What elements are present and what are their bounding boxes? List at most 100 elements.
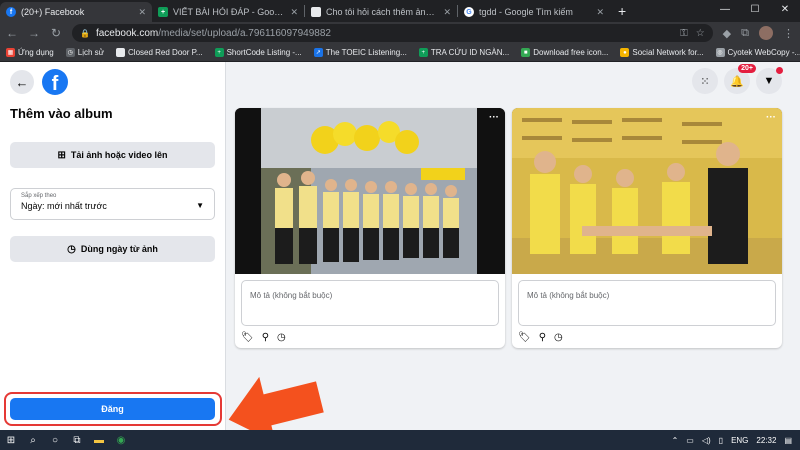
close-icon[interactable]: ✕ [138, 7, 146, 18]
page-icon [116, 48, 126, 57]
tab-title: Cho tôi hỏi cách thêm ảnh vào album [326, 7, 438, 17]
new-tab-button[interactable]: + [618, 3, 626, 19]
bell-icon: 🔔 [730, 75, 744, 88]
account-menu-button[interactable]: ▼ [756, 67, 783, 94]
left-panel: ← f Thêm vào album ⊞ Tải ảnh hoặc video … [0, 62, 226, 430]
bookmark-closed-red-door[interactable]: Closed Red Door P... [116, 48, 203, 57]
tab-facebook[interactable]: f (20+) Facebook ✕ [0, 2, 152, 22]
description-input[interactable]: Mô tả (không bắt buộc) [518, 280, 776, 326]
close-icon[interactable]: ✕ [596, 7, 604, 18]
minimize-icon[interactable]: — [710, 0, 740, 22]
back-button[interactable]: ← [10, 70, 34, 94]
network-icon[interactable]: ▭ [686, 436, 694, 445]
toolbar-right: ◆ ⧉ ⋮ [723, 26, 794, 40]
bookmark-webcopy[interactable]: ◎ Cyotek WebCopy -... [715, 48, 800, 57]
windows-start-icon[interactable]: ⊞ [0, 435, 22, 446]
sort-select[interactable]: Sắp xếp theo Ngày: mới nhất trước ▼ [10, 188, 215, 220]
profile-avatar[interactable] [759, 26, 773, 40]
sheets-icon: + [214, 48, 224, 57]
photo-staff-handshake [512, 108, 782, 274]
tab-title: (20+) Facebook [21, 7, 85, 17]
reload-icon[interactable]: ↻ [50, 26, 62, 40]
bookmark-label: Lịch sử [77, 48, 105, 57]
file-explorer-icon[interactable]: ▬ [88, 435, 110, 446]
more-options-icon[interactable]: ··· [766, 112, 776, 123]
clock-icon: ◷ [67, 243, 76, 255]
photo-actions: 🏷 ⚲ ◷ [518, 332, 563, 343]
windows-taskbar: ⊞ ⌕ ○ ⧉ ▬ ◉ ⌃ ▭ ◁) ▯ ENG 22:32 ▤ [0, 430, 800, 450]
notification-center-icon[interactable]: ▤ [784, 436, 792, 445]
url-host: facebook.com [95, 27, 159, 39]
sort-label: Sắp xếp theo [21, 193, 57, 199]
tab-google-sheets[interactable]: + VIẾT BÀI HỎI ĐÁP - Google Trang tính ✕ [152, 2, 304, 22]
menu-grid-button[interactable]: ⁙ [692, 68, 718, 94]
social-icon: ● [620, 48, 630, 57]
bookmark-label: Ứng dụng [18, 48, 54, 57]
bookmark-label: Social Network for... [632, 48, 704, 57]
post-button[interactable]: Đăng [10, 398, 215, 420]
bookmark-label: Download free icon... [533, 48, 609, 57]
bookmark-apps[interactable]: ▦ Ứng dụng [6, 48, 54, 57]
bookmark-social[interactable]: ● Social Network for... [620, 48, 704, 57]
more-options-icon[interactable]: ··· [489, 112, 499, 123]
webcopy-icon: ◎ [715, 48, 725, 57]
bookmark-shortcode[interactable]: + ShortCode Listing -... [214, 48, 302, 57]
bookmark-history[interactable]: ◷ Lịch sử [65, 48, 105, 57]
sheets-icon: + [158, 7, 168, 17]
page-title: Thêm vào album [10, 106, 113, 121]
bookmark-label: ShortCode Listing -... [226, 48, 302, 57]
close-icon[interactable]: ✕ [290, 7, 298, 18]
forward-arrow-icon[interactable]: → [28, 26, 40, 40]
extension-icon[interactable]: ◆ [723, 27, 731, 40]
uploaded-photo: ··· [512, 108, 782, 274]
back-arrow-icon[interactable]: ← [6, 26, 18, 40]
menu-dots-icon[interactable]: ⋮ [783, 27, 794, 40]
close-icon[interactable]: ✕ [443, 7, 451, 18]
maximize-icon[interactable]: ☐ [740, 0, 770, 22]
bookmark-download-icon[interactable]: ■ Download free icon... [521, 48, 608, 57]
tab-title: tgdd - Google Tìm kiếm [479, 7, 573, 17]
star-icon[interactable]: ☆ [696, 28, 705, 39]
battery-icon[interactable]: ▯ [719, 436, 723, 445]
key-icon[interactable]: ⚿ [680, 28, 688, 39]
search-icon[interactable]: ⌕ [22, 435, 44, 446]
language-indicator[interactable]: ENG [731, 436, 748, 445]
close-window-icon[interactable]: ✕ [770, 0, 800, 22]
puzzle-icon[interactable]: ⧉ [741, 27, 749, 40]
upload-photo-video-button[interactable]: ⊞ Tải ảnh hoặc video lên [10, 142, 215, 168]
description-input[interactable]: Mô tả (không bắt buộc) [241, 280, 499, 326]
browser-tab-strip: f (20+) Facebook ✕ + VIẾT BÀI HỎI ĐÁP - … [0, 0, 800, 22]
location-pin-icon[interactable]: ⚲ [262, 332, 269, 343]
bookmarks-bar: ▦ Ứng dụng ◷ Lịch sử Closed Red Door P... … [0, 44, 800, 62]
tag-icon[interactable]: 🏷 [518, 332, 531, 343]
cortana-icon[interactable]: ○ [44, 435, 66, 446]
clock-icon[interactable]: ◷ [554, 332, 563, 343]
facebook-logo[interactable]: f [42, 69, 68, 95]
clock-time[interactable]: 22:32 [756, 436, 776, 445]
page-icon [311, 7, 321, 17]
bookmark-label: TRA CỨU ID NGÀN... [430, 48, 510, 57]
tab-google-search[interactable]: G tgdd - Google Tìm kiếm ✕ [458, 2, 610, 22]
bookmark-tra-cuu[interactable]: + TRA CỨU ID NGÀN... [418, 48, 510, 57]
facebook-icon: f [6, 7, 16, 17]
download-icon: ■ [521, 48, 531, 57]
url-path: /media/set/upload/a.796116097949882 [158, 27, 331, 39]
chrome-icon[interactable]: ◉ [110, 435, 132, 446]
location-pin-icon[interactable]: ⚲ [539, 332, 546, 343]
bookmark-toeic[interactable]: ↗ The TOEIC Listening... [313, 48, 407, 57]
clock-icon[interactable]: ◷ [277, 332, 286, 343]
uploaded-photo: ··· [235, 108, 505, 274]
chevron-down-icon: ▼ [763, 75, 775, 87]
top-right-icons: ⁙ 🔔 20+ ▼ [692, 64, 783, 94]
sort-value: Ngày: mới nhất trước [21, 201, 107, 211]
tab-question[interactable]: Cho tôi hỏi cách thêm ảnh vào album ✕ [305, 2, 457, 22]
tray-chevron-icon[interactable]: ⌃ [672, 436, 679, 445]
tag-icon[interactable]: 🏷 [241, 332, 254, 343]
notifications-button[interactable]: 🔔 20+ [724, 64, 756, 94]
use-photo-date-button[interactable]: ◷ Dùng ngày từ ảnh [10, 236, 215, 262]
task-view-icon[interactable]: ⧉ [66, 435, 88, 446]
volume-icon[interactable]: ◁) [702, 436, 711, 445]
tab-title: VIẾT BÀI HỎI ĐÁP - Google Trang tính [173, 7, 286, 17]
use-date-label: Dùng ngày từ ảnh [80, 244, 158, 254]
url-input[interactable]: 🔒 facebook.com/media/set/upload/a.796116… [72, 24, 713, 42]
